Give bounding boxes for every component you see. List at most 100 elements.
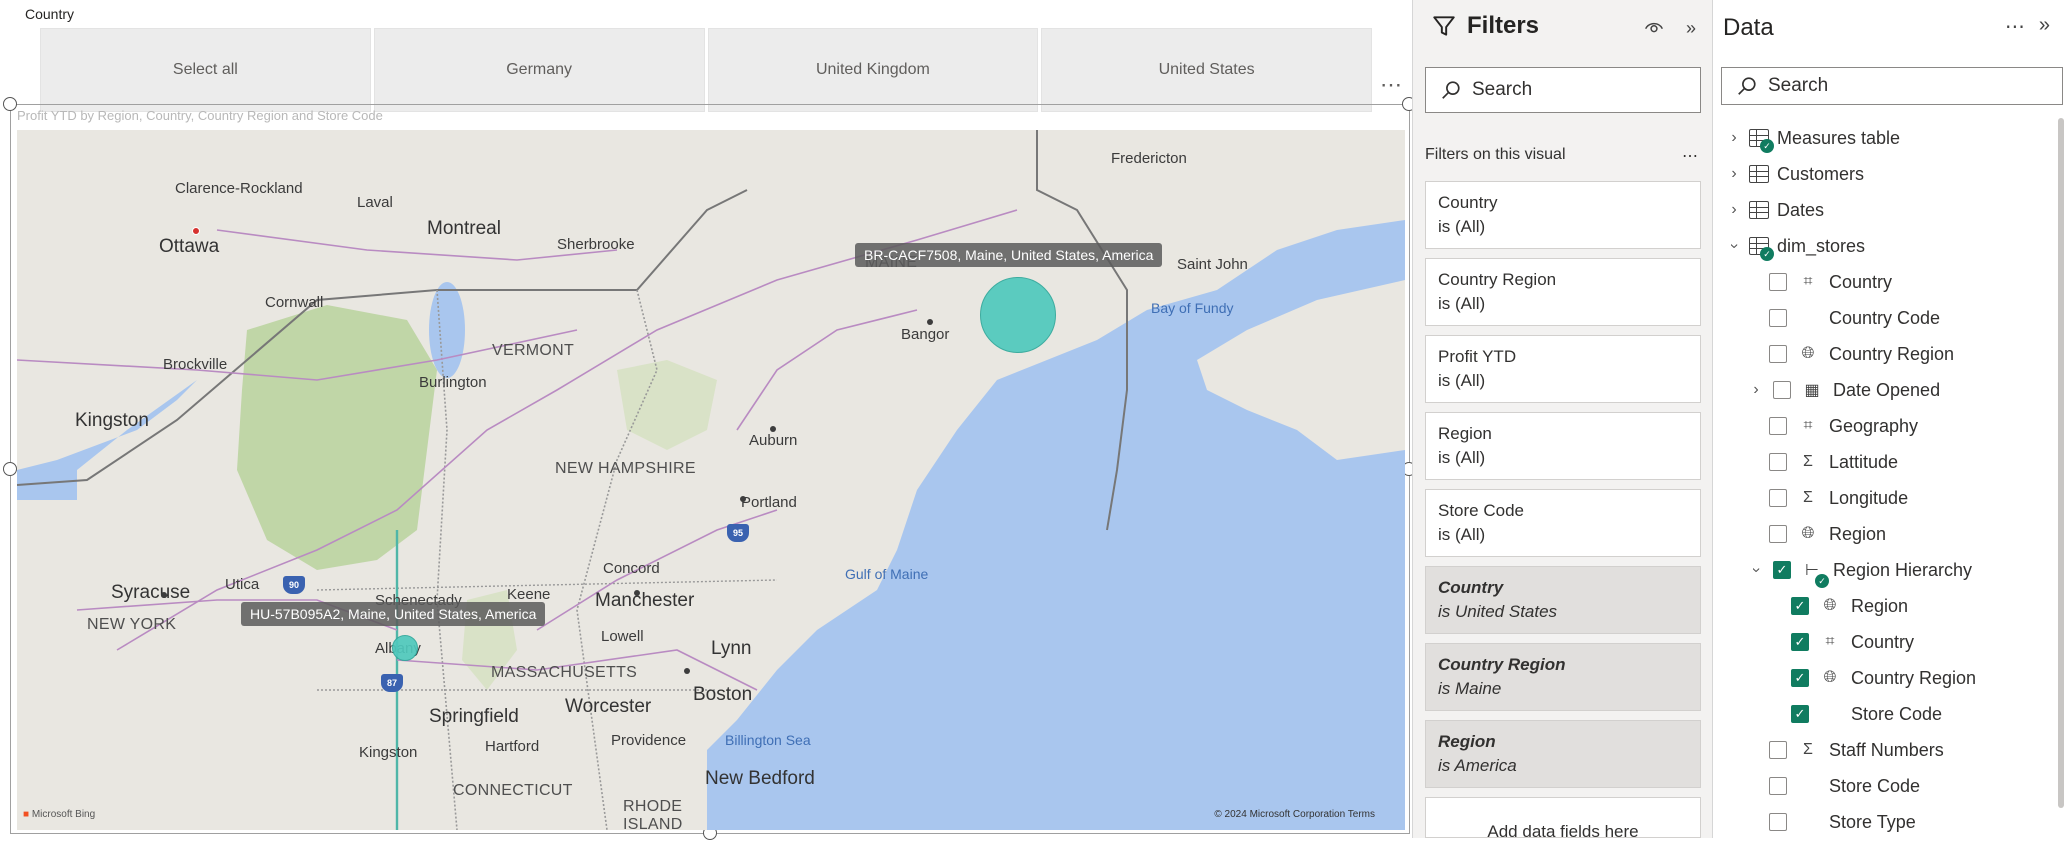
checkbox[interactable] [1769,777,1787,795]
hierarchy-level-store-code[interactable]: ✓ Store Code [1791,700,1942,728]
map-label-manchester: Manchester [595,590,695,611]
filter-card-country[interactable]: Country is (All) [1425,181,1701,249]
map-label-worcester: Worcester [565,696,652,717]
field-lattitude[interactable]: Σ Lattitude [1769,448,1898,476]
collapse-filters-icon[interactable]: » [1686,18,1696,39]
slicer-option-select-all[interactable]: Select all [40,28,371,112]
map-label-new-york: NEW YORK [87,616,177,633]
map-label-bay-of-fundy: Bay of Fundy [1151,300,1234,316]
add-data-fields-dropzone[interactable]: Add data fields here [1425,797,1701,841]
globe-icon: 🌐︎ [1823,669,1837,686]
map-label-vermont: VERMONT [492,342,575,359]
checkbox[interactable] [1769,453,1787,471]
slicer-option-united-kingdom[interactable]: United Kingdom [707,28,1039,112]
checkbox[interactable] [1769,417,1787,435]
chevron-down-icon[interactable]: › [1747,563,1765,577]
hierarchy-level-region[interactable]: ✓ 🌐︎ Region [1791,592,1908,620]
map-label-hartford: Hartford [485,738,540,755]
map-tooltip-br-cacf7508: BR-CACF7508, Maine, United States, Ameri… [855,243,1163,267]
checkbox-checked[interactable]: ✓ [1791,633,1809,651]
checkbox-checked[interactable]: ✓ [1791,597,1809,615]
table-item-measures[interactable]: › ✓ Measures table [1727,124,1900,153]
chevron-right-icon[interactable]: › [1749,381,1763,399]
checkbox-checked[interactable]: ✓ [1773,561,1791,579]
table-item-customers[interactable]: › Customers [1727,160,1864,188]
sigma-icon: Σ [1803,489,1813,506]
chevron-right-icon[interactable]: › [1727,129,1741,147]
field-country-region[interactable]: 🌐︎ Country Region [1769,340,1954,368]
filter-card-region-applied[interactable]: Region is America [1425,720,1701,788]
field-label: Region [1851,595,1909,616]
filter-card-store-code[interactable]: Store Code is (All) [1425,489,1701,557]
more-options-icon[interactable]: ⋯ [1380,72,1403,98]
chevron-right-icon[interactable]: › [1727,201,1741,219]
map-label-gulf-of-maine: Gulf of Maine [845,566,929,582]
map-bubble-maine-large[interactable] [980,277,1056,353]
field-label: Country Code [1829,307,1941,328]
field-label: Country [1851,631,1915,652]
field-country[interactable]: ⌗ Country [1769,268,1892,296]
filter-card-value: is (All) [1438,371,1486,390]
city-marker-portland [740,496,746,502]
checkbox[interactable] [1773,381,1791,399]
data-search-input[interactable]: Search [1721,67,2063,105]
field-geography[interactable]: ⌗ Geography [1769,412,1918,440]
map-bubble-albany-small[interactable] [392,635,418,661]
report-canvas: Country Select all Germany United Kingdo… [0,0,1416,840]
map-label-concord: Concord [603,560,660,577]
field-label: Staff Numbers [1829,739,1944,760]
blank-icon [1797,307,1819,329]
filter-card-country-applied[interactable]: Country is United States [1425,566,1701,634]
map-label-boston: Boston [693,684,753,705]
field-region[interactable]: 🌐︎ Region [1769,520,1886,548]
checkbox[interactable] [1769,525,1787,543]
field-region-hierarchy[interactable]: › ✓ ⊢ ✓ Region Hierarchy [1747,556,1972,588]
resize-handle-top-left[interactable] [3,97,17,111]
checkbox[interactable] [1769,489,1787,507]
hierarchy-level-country[interactable]: ✓ ⌗ Country [1791,628,1914,656]
capital-marker-ottawa [192,227,200,235]
map-label-massachusetts: MASSACHUSETTS [491,664,638,681]
slicer-option-germany[interactable]: Germany [373,28,705,112]
map-canvas[interactable]: Ottawa Clarence-Rockland Laval Montreal … [17,130,1405,830]
field-label: Country [1829,271,1893,292]
checkbox-checked[interactable]: ✓ [1791,669,1809,687]
filter-card-profit-ytd[interactable]: Profit YTD is (All) [1425,335,1701,403]
map-label-kingston-on: Kingston [75,410,149,431]
filter-card-region[interactable]: Region is (All) [1425,412,1701,480]
table-item-dates[interactable]: › Dates [1727,196,1824,224]
field-store-code[interactable]: Store Code [1769,772,1920,800]
chevron-right-icon[interactable]: › [1727,165,1741,183]
filters-section-more-icon[interactable]: ⋯ [1682,146,1698,166]
checkbox[interactable] [1769,813,1787,831]
map-tooltip-hu-57b095a2: HU-57B095A2, Maine, United States, Ameri… [241,602,546,626]
field-store-type[interactable]: Store Type [1769,808,1916,836]
checkbox-checked[interactable]: ✓ [1791,705,1809,723]
field-longitude[interactable]: Σ Longitude [1769,484,1908,512]
table-item-dim-stores[interactable]: › ✓ dim_stores [1725,232,1865,261]
data-pane-scrollbar[interactable] [2058,118,2064,808]
collapse-data-pane-icon[interactable]: » [2039,14,2050,39]
filter-card-country-region[interactable]: Country Region is (All) [1425,258,1701,326]
field-staff-numbers[interactable]: Σ Staff Numbers [1769,736,1944,764]
data-pane-more-icon[interactable]: ⋯ [2005,14,2025,39]
field-date-opened[interactable]: › ▦ Date Opened [1749,376,1940,404]
filters-search-input[interactable]: Search [1425,67,1701,113]
field-label: Store Code [1851,703,1943,724]
checkbox[interactable] [1769,273,1787,291]
field-label: Geography [1829,415,1919,436]
map-copyright[interactable]: © 2024 Microsoft Corporation Terms [1214,809,1375,820]
field-country-code[interactable]: Country Code [1769,304,1940,332]
eye-icon[interactable] [1644,18,1664,36]
resize-handle-left[interactable] [3,462,17,476]
checkbox[interactable] [1769,741,1787,759]
filter-card-country-region-applied[interactable]: Country Region is Maine [1425,643,1701,711]
globe-icon: 🌐︎ [1801,525,1815,542]
hierarchy-level-country-region[interactable]: ✓ 🌐︎ Country Region [1791,664,1976,692]
map-label-bangor: Bangor [901,326,950,343]
checkbox[interactable] [1769,345,1787,363]
slicer-option-united-states[interactable]: United States [1041,28,1372,112]
map-label-providence: Providence [611,732,687,749]
checkbox[interactable] [1769,309,1787,327]
chevron-down-icon[interactable]: › [1725,239,1743,253]
